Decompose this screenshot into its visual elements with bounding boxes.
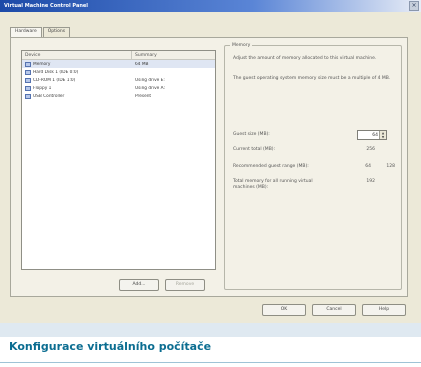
- caption-divider: [0, 362, 421, 363]
- device-row-floppy[interactable]: Floppy 1 Using drive A:: [22, 84, 215, 92]
- remove-button[interactable]: Remove: [165, 279, 205, 291]
- memory-description: Adjust the amount of memory allocated to…: [233, 56, 377, 61]
- usb-icon: [25, 93, 31, 99]
- add-button[interactable]: Add...: [119, 279, 159, 291]
- device-list-header: Device Summary: [22, 51, 215, 60]
- device-name: Floppy 1: [33, 85, 52, 91]
- device-name: Hard Disk 1 (IDE 0:0): [33, 69, 79, 75]
- tab-hardware[interactable]: Hardware: [10, 27, 42, 37]
- device-summary: 64 MB: [135, 61, 149, 67]
- recommended-min-value: 64: [365, 164, 371, 169]
- device-summary: Present: [135, 93, 152, 99]
- device-row-usb[interactable]: USB Controller Present: [22, 92, 215, 100]
- device-row-cdrom[interactable]: CD-ROM 1 (IDE 1:0) Using drive E:: [22, 76, 215, 84]
- device-name: CD-ROM 1 (IDE 1:0): [33, 77, 76, 83]
- total-running-value: 192: [366, 179, 375, 184]
- device-summary: Using drive E:: [135, 77, 165, 83]
- guest-size-label: Guest size (MB):: [233, 132, 270, 137]
- close-icon[interactable]: ×: [409, 1, 419, 11]
- recommended-max-value: 128: [386, 164, 395, 169]
- device-list[interactable]: Device Summary Memory 64 MB Hard Disk 1 …: [21, 50, 216, 270]
- guest-size-spinner[interactable]: 64 ▲ ▼: [357, 130, 387, 140]
- tab-strip: Hardware Options: [10, 27, 71, 37]
- caption-strip: [0, 323, 421, 337]
- column-header-summary[interactable]: Summary: [132, 51, 215, 59]
- device-name: USB Controller: [33, 93, 65, 99]
- device-summary: Using drive A:: [135, 85, 165, 91]
- tab-options[interactable]: Options: [42, 27, 71, 37]
- current-total-label: Current total (MB):: [233, 147, 276, 152]
- cancel-button[interactable]: Cancel: [312, 304, 356, 316]
- device-row-memory[interactable]: Memory 64 MB: [22, 60, 215, 68]
- cdrom-icon: [25, 77, 31, 83]
- ok-button[interactable]: OK: [262, 304, 306, 316]
- memory-icon: [25, 61, 31, 67]
- hard-disk-icon: [25, 69, 31, 75]
- column-header-device[interactable]: Device: [22, 51, 132, 59]
- guest-size-value[interactable]: 64: [372, 133, 378, 138]
- memory-group-title: Memory: [230, 43, 253, 48]
- window-title: Virtual Machine Control Panel: [4, 3, 88, 9]
- device-name: Memory: [33, 61, 51, 67]
- device-row-hard-disk[interactable]: Hard Disk 1 (IDE 0:0): [22, 68, 215, 76]
- figure-caption: Konfigurace virtuálního počítače: [9, 340, 212, 353]
- help-button[interactable]: Help: [362, 304, 406, 316]
- memory-group: Memory Adjust the amount of memory alloc…: [224, 43, 402, 290]
- vm-settings-window: Virtual Machine Control Panel × Hardware…: [0, 0, 421, 323]
- recommended-range-label: Recommended guest range (MB):: [233, 164, 309, 169]
- current-total-value: 256: [366, 147, 375, 152]
- memory-note: The guest operating system memory size m…: [233, 76, 391, 81]
- floppy-icon: [25, 85, 31, 91]
- total-running-label: Total memory for all running virtual mac…: [233, 179, 313, 190]
- title-bar[interactable]: Virtual Machine Control Panel ×: [0, 0, 421, 12]
- spinner-arrows-icon[interactable]: ▲ ▼: [379, 131, 386, 139]
- hardware-panel: Device Summary Memory 64 MB Hard Disk 1 …: [10, 37, 408, 297]
